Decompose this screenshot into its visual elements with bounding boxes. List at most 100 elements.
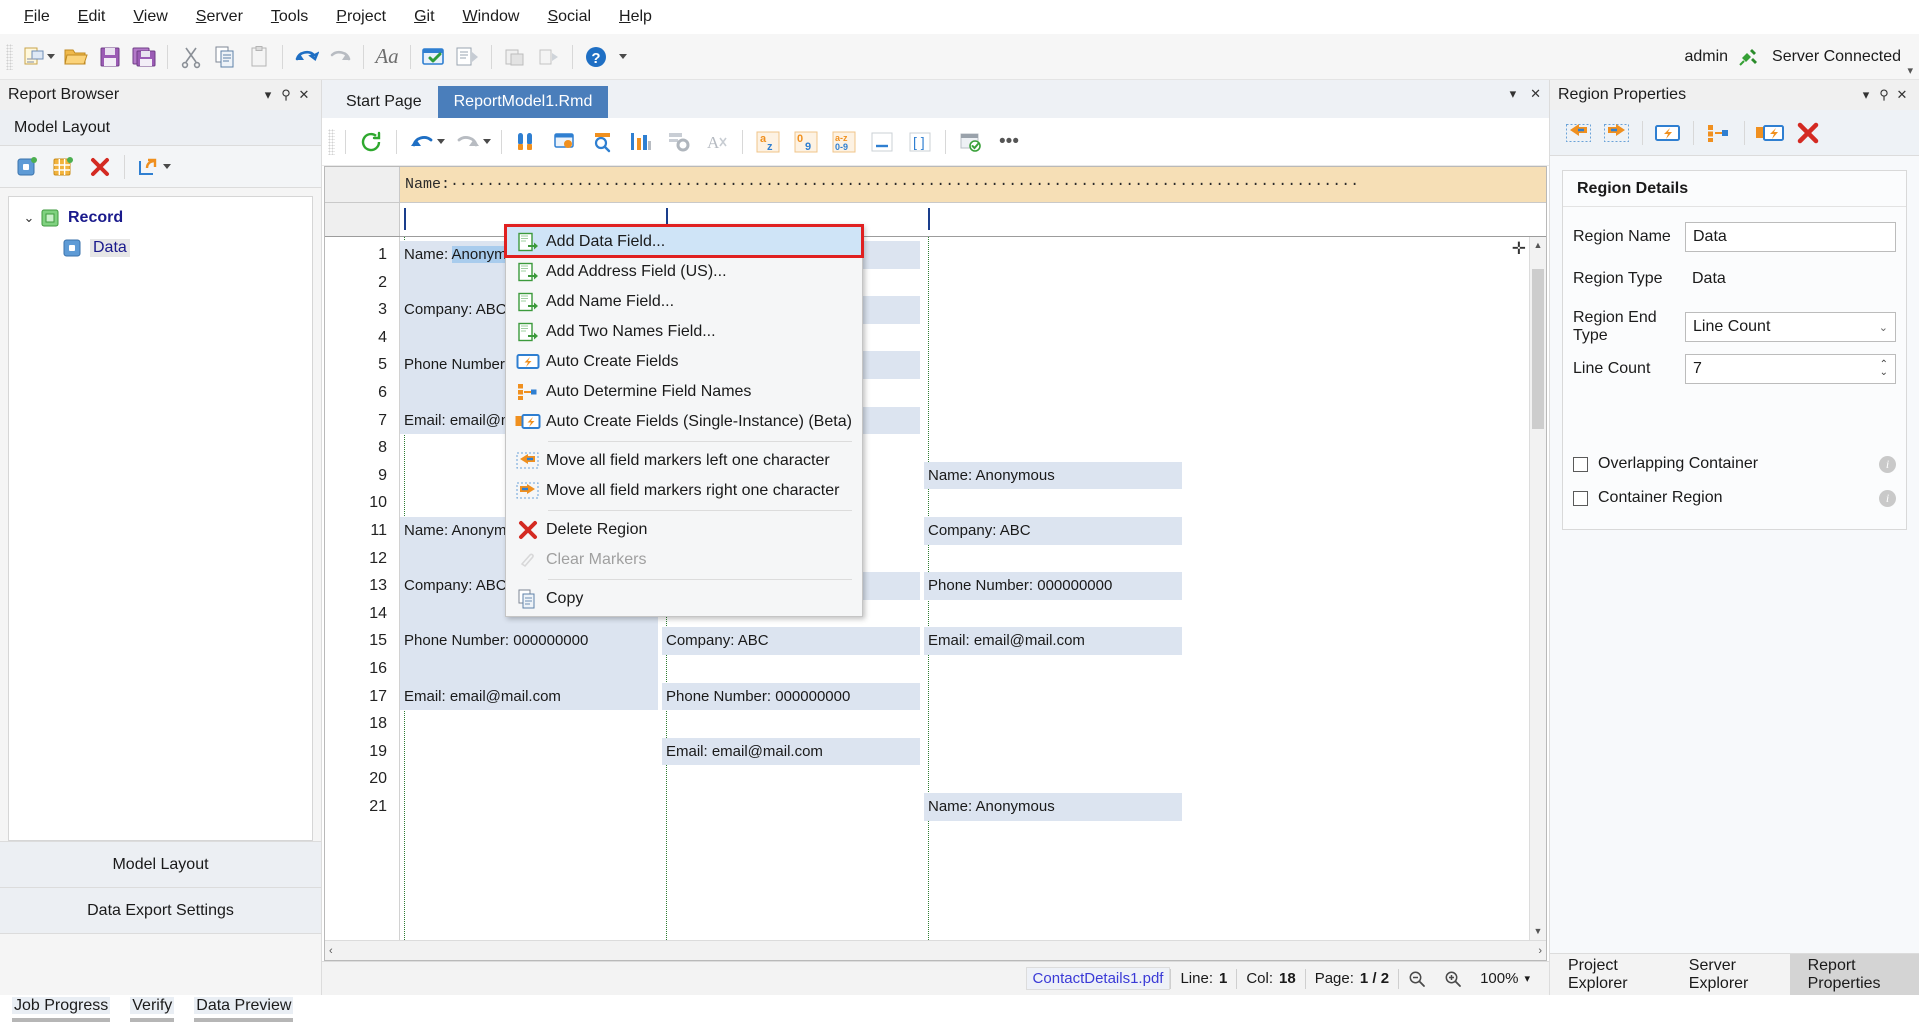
redo-dropdown-icon[interactable]	[483, 139, 491, 144]
close-icon[interactable]: ✕	[1893, 87, 1911, 103]
tab-reportmodel1-rmd[interactable]: ReportModel1.Rmd	[438, 86, 609, 118]
overlapping-container-checkbox[interactable]	[1573, 457, 1588, 472]
code-cell[interactable]: Phone Number: 000000000	[662, 683, 920, 711]
sort-az-icon[interactable]: a z	[749, 124, 787, 160]
new-report-dropdown-icon[interactable]	[47, 54, 55, 59]
menu-project[interactable]: Project	[322, 5, 400, 29]
model-tree[interactable]: ⌄ Record	[8, 196, 313, 841]
delete-region-icon[interactable]	[82, 150, 118, 184]
menu-window[interactable]: Window	[449, 5, 534, 29]
info-icon[interactable]: i	[1879, 490, 1896, 507]
more-icon[interactable]: •••	[990, 124, 1028, 160]
overlapping-container-row[interactable]: Overlapping Container i	[1573, 449, 1896, 479]
paste-icon[interactable]	[242, 40, 276, 74]
close-icon[interactable]: ✕	[295, 87, 313, 103]
code-cell[interactable]	[400, 793, 658, 821]
toolbar-grip[interactable]	[6, 44, 13, 70]
scroll-right-icon[interactable]: ›	[1538, 945, 1542, 957]
menu-edit[interactable]: Edit	[64, 5, 120, 29]
toolbar-expand-icon[interactable]: ▾	[1907, 64, 1913, 77]
redo-icon[interactable]	[449, 124, 487, 160]
redo-icon[interactable]	[323, 40, 357, 74]
scroll-up-icon[interactable]: ▲	[1530, 237, 1546, 254]
code-cell[interactable]	[400, 738, 658, 766]
region-name-input[interactable]: Data	[1685, 222, 1896, 252]
validate-icon[interactable]	[952, 124, 990, 160]
chevron-down-icon[interactable]: ⌄	[19, 210, 39, 226]
code-cell[interactable]: Name: Anonymous	[924, 462, 1182, 490]
underline-icon[interactable]	[863, 124, 901, 160]
undo-icon[interactable]	[289, 40, 323, 74]
undo-dropdown-icon[interactable]	[437, 139, 445, 144]
auto-create-fields-icon[interactable]	[1649, 115, 1687, 151]
tab-report-properties[interactable]: Report Properties	[1790, 954, 1919, 995]
context-menu-item-add-data-field[interactable]: Add Data Field...	[506, 227, 862, 257]
code-cell[interactable]: Email: email@mail.com	[662, 738, 920, 766]
scroll-down-icon[interactable]: ▼	[1530, 923, 1546, 940]
export-dropdown-icon[interactable]	[163, 164, 171, 169]
menu-social[interactable]: Social	[533, 5, 605, 29]
find-settings-icon[interactable]	[546, 124, 584, 160]
bottom-tab-verify[interactable]: Verify	[120, 995, 184, 1022]
code-cell[interactable]: Email: email@mail.com	[924, 627, 1182, 655]
code-cell[interactable]: Name: Anonymous	[924, 793, 1182, 821]
info-icon[interactable]: i	[1879, 456, 1896, 473]
move-markers-left-icon[interactable]	[1560, 115, 1598, 151]
find-icon[interactable]	[508, 124, 546, 160]
editor-vertical-scrollbar[interactable]: ▲ ▼	[1529, 237, 1546, 940]
tree-node-data[interactable]: Data	[9, 233, 312, 263]
field-marker[interactable]	[404, 208, 406, 230]
code-cell[interactable]	[400, 655, 658, 683]
pin-icon[interactable]: ⚲	[1875, 87, 1893, 103]
code-cell[interactable]: Email: email@mail.com	[400, 683, 658, 711]
context-menu-item-copy[interactable]: Copy	[506, 584, 862, 614]
zoom-in-button[interactable]	[1435, 970, 1471, 988]
chevron-down-icon[interactable]: ▾	[1524, 972, 1530, 985]
context-menu-item-auto-determine-field-names[interactable]: Auto Determine Field Names	[506, 377, 862, 407]
tab-start-page[interactable]: Start Page	[330, 86, 438, 118]
field-marker[interactable]	[928, 208, 930, 230]
run-report-icon[interactable]	[451, 40, 485, 74]
help-icon[interactable]: ?	[579, 40, 613, 74]
region-end-type-select[interactable]: Line Count ⌄	[1685, 312, 1896, 342]
menu-tools[interactable]: Tools	[257, 5, 322, 29]
settings-gear-icon[interactable]	[660, 124, 698, 160]
container-region-checkbox[interactable]	[1573, 491, 1588, 506]
search-region-icon[interactable]	[584, 124, 622, 160]
context-menu-item-add-two-names-field[interactable]: Add Two Names Field...	[506, 317, 862, 347]
add-region-icon[interactable]	[10, 150, 46, 184]
toolbar-overflow-icon[interactable]	[619, 54, 627, 59]
chevron-down-icon[interactable]: ⌄	[1879, 321, 1888, 334]
context-menu-item-auto-create-fields[interactable]: Auto Create Fields	[506, 347, 862, 377]
container-region-row[interactable]: Container Region i	[1573, 483, 1896, 513]
scrollbar-thumb[interactable]	[1532, 269, 1544, 429]
font-icon[interactable]: Aa	[370, 40, 404, 74]
move-markers-right-icon[interactable]	[1598, 115, 1636, 151]
undo-icon[interactable]	[403, 124, 441, 160]
auto-determine-names-icon[interactable]	[1700, 115, 1738, 151]
open-folder-icon[interactable]	[59, 40, 93, 74]
format-text-icon[interactable]: A	[698, 124, 736, 160]
bottom-tab-data-preview[interactable]: Data Preview	[184, 995, 303, 1022]
code-cell[interactable]	[400, 710, 658, 738]
context-menu-item-add-name-field[interactable]: Add Name Field...	[506, 287, 862, 317]
region-context-menu[interactable]: Add Data Field...Add Address Field (US).…	[505, 224, 863, 617]
menu-file[interactable]: FFileile	[10, 5, 64, 29]
menu-help[interactable]: Help	[605, 5, 666, 29]
context-menu-item-move-all-field-markers-left-one-character[interactable]: Move all field markers left one characte…	[506, 446, 862, 476]
chart-icon[interactable]	[622, 124, 660, 160]
context-menu-item-add-address-field-us[interactable]: Add Address Field (US)...	[506, 257, 862, 287]
line-count-stepper[interactable]: 7 ⌃ ⌄	[1685, 354, 1896, 384]
scroll-left-icon[interactable]: ‹	[329, 945, 333, 957]
delete-region-icon[interactable]	[1789, 115, 1827, 151]
context-menu-item-auto-create-fields-single-instance-beta[interactable]: Auto Create Fields (Single-Instance) (Be…	[506, 407, 862, 437]
export-model-icon[interactable]	[131, 150, 167, 184]
deploy-icon[interactable]	[498, 40, 532, 74]
refresh-icon[interactable]	[352, 124, 390, 160]
tab-list-icon[interactable]: ▾	[1510, 86, 1517, 102]
auto-create-single-icon[interactable]	[1751, 115, 1789, 151]
code-cell[interactable]: Phone Number: 000000000	[924, 572, 1182, 600]
tab-project-explorer[interactable]: Project Explorer	[1550, 954, 1671, 995]
zoom-level[interactable]: 100% ▾	[1471, 970, 1539, 987]
close-tab-icon[interactable]: ✕	[1530, 86, 1541, 102]
